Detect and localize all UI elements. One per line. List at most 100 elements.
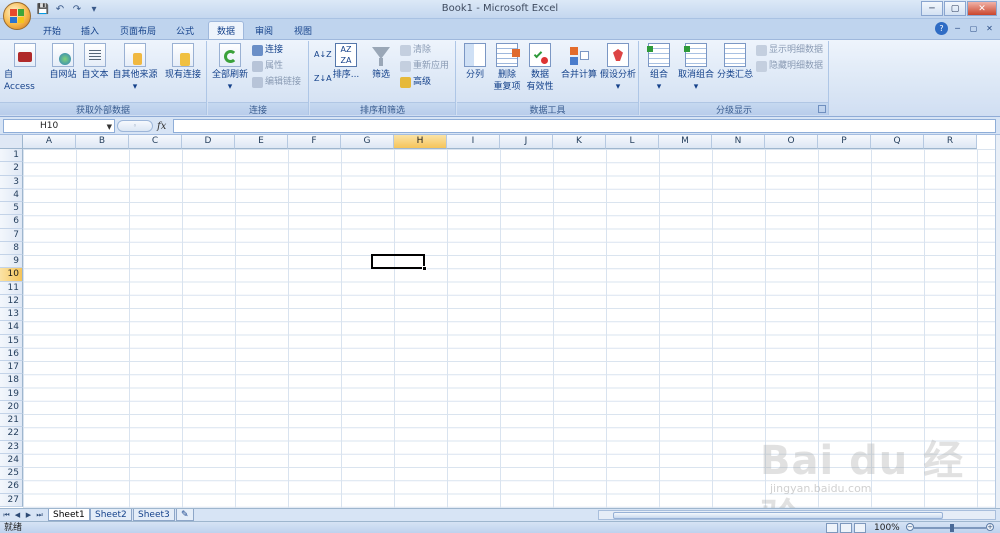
show-detail-button[interactable]: 显示明细数据 xyxy=(756,45,823,56)
data-validation-button[interactable]: 数据 有效性 xyxy=(523,43,557,93)
row-header-5[interactable]: 5 xyxy=(0,202,23,216)
horizontal-scroll-thumb[interactable] xyxy=(613,512,943,519)
tab-page-layout[interactable]: 页面布局 xyxy=(112,21,164,39)
tab-formulas[interactable]: 公式 xyxy=(166,21,204,39)
ungroup-button[interactable]: 取消组合 ▾ xyxy=(676,43,716,93)
hide-detail-button[interactable]: 隐藏明细数据 xyxy=(756,61,823,72)
sort-ascending-button[interactable]: A↓Z xyxy=(314,49,332,60)
maximize-button[interactable]: ▢ xyxy=(944,1,966,16)
name-box-dropdown-icon[interactable]: ▼ xyxy=(107,121,112,133)
row-header-15[interactable]: 15 xyxy=(0,334,23,348)
last-sheet-icon[interactable]: ⏭ xyxy=(35,510,44,520)
column-header-k[interactable]: K xyxy=(553,135,606,149)
row-header-4[interactable]: 4 xyxy=(0,188,23,202)
zoom-in-icon[interactable]: + xyxy=(986,523,994,531)
zoom-out-icon[interactable]: − xyxy=(906,523,914,531)
edit-links-button[interactable]: 编辑链接 xyxy=(252,77,301,88)
tab-data[interactable]: 数据 xyxy=(208,21,244,39)
tab-review[interactable]: 审阅 xyxy=(247,21,281,39)
from-access-button[interactable]: 自 Access xyxy=(4,43,46,93)
row-header-1[interactable]: 1 xyxy=(0,149,23,163)
column-header-l[interactable]: L xyxy=(606,135,659,149)
ribbon-restore-icon[interactable]: ▢ xyxy=(967,22,980,35)
column-header-m[interactable]: M xyxy=(659,135,712,149)
row-header-7[interactable]: 7 xyxy=(0,228,23,242)
zoom-knob[interactable] xyxy=(950,524,954,532)
sheet-tab-sheet1[interactable]: Sheet1 xyxy=(48,509,90,521)
active-cell-h10[interactable] xyxy=(371,254,427,271)
sort-descending-button[interactable]: Z↓A xyxy=(314,73,332,84)
what-if-analysis-button[interactable]: 假设分析 ▾ xyxy=(599,43,637,93)
from-web-button[interactable]: 自网站 xyxy=(48,43,78,81)
row-header-20[interactable]: 20 xyxy=(0,400,23,414)
horizontal-scrollbar[interactable] xyxy=(598,510,996,520)
row-header-27[interactable]: 27 xyxy=(0,493,23,507)
column-header-h[interactable]: H xyxy=(394,135,447,149)
insert-function-icon[interactable]: fx xyxy=(157,121,166,132)
filter-button[interactable]: 筛选 xyxy=(366,43,396,81)
row-header-22[interactable]: 22 xyxy=(0,427,23,441)
from-text-button[interactable]: 自文本 xyxy=(80,43,110,81)
properties-button[interactable]: 属性 xyxy=(252,61,283,72)
row-header-11[interactable]: 11 xyxy=(0,281,23,295)
column-header-o[interactable]: O xyxy=(765,135,818,149)
tab-home[interactable]: 开始 xyxy=(34,21,70,39)
column-header-f[interactable]: F xyxy=(288,135,341,149)
ribbon-close-icon[interactable]: ✕ xyxy=(983,22,996,35)
page-break-preview-icon[interactable] xyxy=(854,523,866,533)
minimize-button[interactable]: ─ xyxy=(921,1,943,16)
column-header-c[interactable]: C xyxy=(129,135,182,149)
row-header-16[interactable]: 16 xyxy=(0,347,23,361)
office-button[interactable] xyxy=(3,2,31,30)
refresh-all-button[interactable]: 全部刷新 ▾ xyxy=(210,43,250,93)
row-header-6[interactable]: 6 xyxy=(0,215,23,229)
zoom-level[interactable]: 100% xyxy=(874,522,900,533)
row-header-14[interactable]: 14 xyxy=(0,321,23,335)
column-header-n[interactable]: N xyxy=(712,135,765,149)
ribbon-minimize-icon[interactable]: ─ xyxy=(951,22,964,35)
text-to-columns-button[interactable]: 分列 xyxy=(461,43,489,81)
formula-bar-expand-icon[interactable]: ◦ xyxy=(117,120,153,132)
column-header-j[interactable]: J xyxy=(500,135,553,149)
prev-sheet-icon[interactable]: ◀ xyxy=(13,510,22,520)
column-header-p[interactable]: P xyxy=(818,135,871,149)
row-header-9[interactable]: 9 xyxy=(0,255,23,269)
group-button[interactable]: 组合 ▾ xyxy=(646,43,672,93)
row-header-13[interactable]: 13 xyxy=(0,308,23,322)
help-icon[interactable]: ? xyxy=(935,22,948,35)
insert-sheet-icon[interactable]: ✎ xyxy=(176,509,194,521)
row-header-19[interactable]: 19 xyxy=(0,387,23,401)
column-header-b[interactable]: B xyxy=(76,135,129,149)
column-header-r[interactable]: R xyxy=(924,135,977,149)
clear-button[interactable]: 清除 xyxy=(400,45,431,56)
column-header-d[interactable]: D xyxy=(182,135,235,149)
row-header-10[interactable]: 10 xyxy=(0,268,23,282)
zoom-slider[interactable]: − + xyxy=(906,523,994,532)
connections-button[interactable]: 连接 xyxy=(252,45,283,56)
row-header-2[interactable]: 2 xyxy=(0,162,23,176)
row-header-26[interactable]: 26 xyxy=(0,480,23,494)
name-box[interactable]: H10 ▼ xyxy=(3,119,115,133)
sort-button[interactable]: AZ ZA 排序... xyxy=(332,43,360,81)
page-layout-view-icon[interactable] xyxy=(840,523,852,533)
close-button[interactable]: ✕ xyxy=(967,1,997,16)
row-header-25[interactable]: 25 xyxy=(0,467,23,481)
column-header-i[interactable]: I xyxy=(447,135,500,149)
existing-connections-button[interactable]: 现有连接 xyxy=(163,43,203,81)
advanced-filter-button[interactable]: 高级 xyxy=(400,77,431,88)
sheet-tab-sheet3[interactable]: Sheet3 xyxy=(133,509,175,521)
row-header-12[interactable]: 12 xyxy=(0,294,23,308)
from-other-sources-button[interactable]: 自其他来源 ▾ xyxy=(112,43,158,93)
first-sheet-icon[interactable]: ⏮ xyxy=(2,510,11,520)
remove-duplicates-button[interactable]: 删除 重复项 xyxy=(491,43,523,93)
fill-handle[interactable] xyxy=(422,266,427,271)
subtotal-button[interactable]: 分类汇总 xyxy=(716,43,754,81)
row-header-18[interactable]: 18 xyxy=(0,374,23,388)
tab-insert[interactable]: 插入 xyxy=(72,21,108,39)
outline-dialog-launcher-icon[interactable] xyxy=(818,105,826,113)
row-header-23[interactable]: 23 xyxy=(0,440,23,454)
select-all-button[interactable] xyxy=(0,135,23,149)
column-header-e[interactable]: E xyxy=(235,135,288,149)
next-sheet-icon[interactable]: ▶ xyxy=(24,510,33,520)
row-header-17[interactable]: 17 xyxy=(0,361,23,375)
